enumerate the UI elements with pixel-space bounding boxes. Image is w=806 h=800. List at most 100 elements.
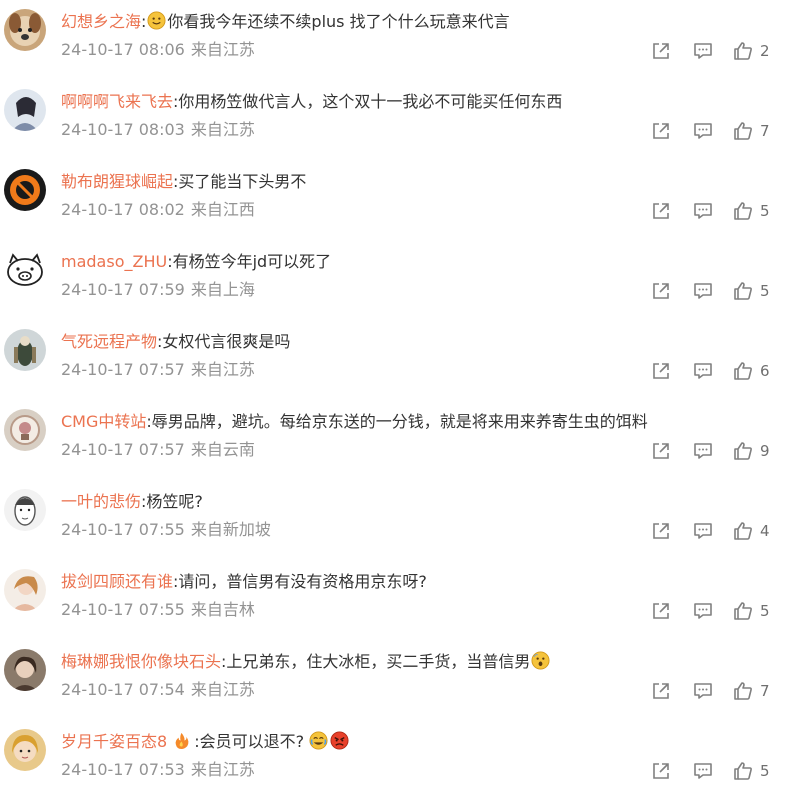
reply-icon[interactable]: [692, 440, 714, 462]
comment-line: 勒布朗猩球崛起:买了能当下头男不: [61, 172, 307, 191]
comment-location: 来自吉林: [190, 600, 255, 619]
comment-location: 来自江西: [190, 200, 255, 219]
comment-line: 岁月千姿百态8:会员可以退不?: [61, 730, 350, 754]
comment-location: 来自江苏: [190, 40, 255, 59]
comment-location: 来自江苏: [190, 760, 255, 779]
comment-meta: 24-10-17 07:57 来自江苏: [61, 358, 255, 382]
comment-date: 24-10-17 07:55: [61, 520, 185, 539]
comment-item: 梅琳娜我恨你像块石头:上兄弟东，住大冰柜，买二手货，当普信男 24-10-17 …: [0, 640, 806, 720]
share-icon[interactable]: [650, 360, 672, 382]
username-link[interactable]: 拔剑四顾还有谁: [61, 572, 173, 591]
comment-line: 幻想乡之海: 你看我今年还续不续plus 找了个什么玩意来代言: [61, 11, 510, 31]
comment-text: 有杨笠今年jd可以死了: [172, 252, 332, 271]
comment-meta: 24-10-17 07:57 来自云南: [61, 438, 255, 462]
fire-badge-icon: [175, 732, 189, 750]
comment-date: 24-10-17 07:53: [61, 760, 185, 779]
avatar[interactable]: [4, 249, 46, 291]
comment-item: 啊啊啊飞来飞去:你用杨笠做代言人，这个双十一我必不可能买任何东西 24-10-1…: [0, 80, 806, 160]
comment-item: 气死远程产物:女权代言很爽是吗 24-10-17 07:57 来自江苏 6: [0, 320, 806, 400]
reply-icon[interactable]: [692, 760, 714, 782]
comment-item: 岁月千姿百态8:会员可以退不? 24-10-17 07:53 来自江苏 5: [0, 720, 806, 800]
comment-line: 气死远程产物:女权代言很爽是吗: [61, 332, 291, 351]
share-icon[interactable]: [650, 40, 672, 62]
comment-item: 一叶的悲伤:杨笠呢? 24-10-17 07:55 来自新加坡 4: [0, 480, 806, 560]
comment-meta: 24-10-17 08:06 来自江苏: [61, 38, 255, 62]
comment-item: 拔剑四顾还有谁:请问，普信男有没有资格用京东呀? 24-10-17 07:55 来…: [0, 560, 806, 640]
thumbs-up-icon[interactable]: [732, 40, 754, 62]
avatar[interactable]: [4, 409, 46, 451]
thumbs-up-icon[interactable]: [732, 200, 754, 222]
comment-text: 女权代言很爽是吗: [162, 332, 291, 351]
like-count: 5: [760, 762, 770, 780]
comment-text: 杨笠呢?: [146, 492, 203, 511]
thumbs-up-icon[interactable]: [732, 280, 754, 302]
thumbs-up-icon[interactable]: [732, 600, 754, 622]
comment-date: 24-10-17 08:03: [61, 120, 185, 139]
like-count: 5: [760, 282, 770, 300]
comment-location: 来自上海: [190, 280, 255, 299]
reply-icon[interactable]: [692, 360, 714, 382]
username-link[interactable]: 勒布朗猩球崛起: [61, 172, 173, 191]
comment-line: madaso_ZHU:有杨笠今年jd可以死了: [61, 252, 332, 271]
reply-icon[interactable]: [692, 680, 714, 702]
share-icon[interactable]: [650, 520, 672, 542]
thumbs-up-icon[interactable]: [732, 360, 754, 382]
comment-list: 幻想乡之海: 你看我今年还续不续plus 找了个什么玩意来代言 24-10-17 …: [0, 0, 806, 796]
comment-item: CMG中转站:辱男品牌，避坑。每给京东送的一分钱，就是将来用来养寄生虫的饵料 2…: [0, 400, 806, 480]
comment-meta: 24-10-17 08:02 来自江西: [61, 198, 255, 222]
share-icon[interactable]: [650, 120, 672, 142]
thumbs-up-icon[interactable]: [732, 520, 754, 542]
like-count: 9: [760, 442, 770, 460]
avatar[interactable]: [4, 329, 46, 371]
comment-location: 来自新加坡: [190, 520, 271, 539]
avatar[interactable]: [4, 9, 46, 51]
username-link[interactable]: 幻想乡之海: [61, 12, 141, 31]
avatar[interactable]: [4, 729, 46, 771]
reply-icon[interactable]: [692, 280, 714, 302]
scared-emoji: [531, 651, 550, 670]
username-link[interactable]: 一叶的悲伤: [61, 492, 141, 511]
comment-line: 梅琳娜我恨你像块石头:上兄弟东，住大冰柜，买二手货，当普信男: [61, 650, 551, 674]
thumbs-up-icon[interactable]: [732, 440, 754, 462]
thumbs-up-icon[interactable]: [732, 680, 754, 702]
share-icon[interactable]: [650, 600, 672, 622]
avatar[interactable]: [4, 169, 46, 211]
comment-meta: 24-10-17 07:55 来自新加坡: [61, 518, 271, 542]
comment-text: 辱男品牌，避坑。每给京东送的一分钱，就是将来用来养寄生虫的饵料: [151, 412, 648, 431]
username-link[interactable]: 岁月千姿百态8: [61, 732, 167, 751]
comment-date: 24-10-17 08:02: [61, 200, 185, 219]
reply-icon[interactable]: [692, 520, 714, 542]
comment-text: 买了能当下头男不: [178, 172, 307, 191]
avatar[interactable]: [4, 569, 46, 611]
reply-icon[interactable]: [692, 200, 714, 222]
comment-text: 上兄弟东，住大冰柜，买二手货，当普信男: [226, 652, 531, 671]
username-link[interactable]: 啊啊啊飞来飞去: [61, 92, 173, 111]
comment-meta: 24-10-17 07:55 来自吉林: [61, 598, 255, 622]
comment-text: 你用杨笠做代言人，这个双十一我必不可能买任何东西: [178, 92, 563, 111]
share-icon[interactable]: [650, 760, 672, 782]
thumbs-up-icon[interactable]: [732, 120, 754, 142]
reply-icon[interactable]: [692, 120, 714, 142]
comment-line: CMG中转站:辱男品牌，避坑。每给京东送的一分钱，就是将来用来养寄生虫的饵料: [61, 412, 648, 431]
share-icon[interactable]: [650, 440, 672, 462]
username-link[interactable]: madaso_ZHU: [61, 252, 167, 271]
thumbs-up-icon[interactable]: [732, 760, 754, 782]
avatar[interactable]: [4, 649, 46, 691]
share-icon[interactable]: [650, 680, 672, 702]
comment-line: 啊啊啊飞来飞去:你用杨笠做代言人，这个双十一我必不可能买任何东西: [61, 92, 563, 111]
like-count: 5: [760, 202, 770, 220]
reply-icon[interactable]: [692, 600, 714, 622]
username-link[interactable]: 气死远程产物: [61, 332, 157, 351]
avatar[interactable]: [4, 489, 46, 531]
share-icon[interactable]: [650, 200, 672, 222]
like-count: 6: [760, 362, 770, 380]
avatar[interactable]: [4, 89, 46, 131]
username-link[interactable]: 梅琳娜我恨你像块石头: [61, 652, 221, 671]
comment-location: 来自江苏: [190, 680, 255, 699]
comment-text: 请问，普信男有没有资格用京东呀?: [178, 572, 427, 591]
reply-icon[interactable]: [692, 40, 714, 62]
share-icon[interactable]: [650, 280, 672, 302]
comment-date: 24-10-17 07:57: [61, 440, 185, 459]
comment-text: 你看我今年还续不续plus 找了个什么玩意来代言: [167, 12, 510, 31]
username-link[interactable]: CMG中转站: [61, 412, 146, 431]
